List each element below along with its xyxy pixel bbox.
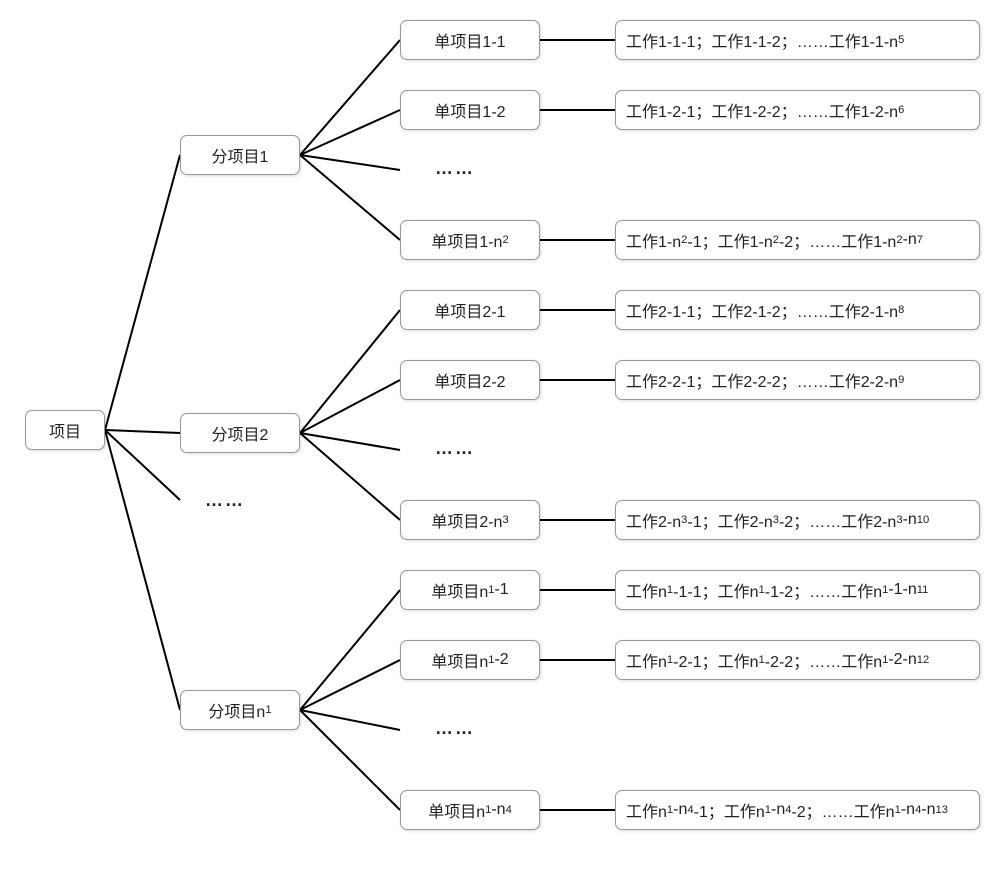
item-2-2: 单项目2-2 — [400, 360, 540, 400]
subproject-1: 分项目1 — [180, 135, 300, 175]
work-n1-2: 工作n1-2-1；工作n1-2-2；……工作n1-2-n12 — [615, 640, 980, 680]
work-n1-n4: 工作n1-n4-1；工作n1-n4-2；……工作n1-n4-n13 — [615, 790, 980, 830]
item-n1-2: 单项目n1-2 — [400, 640, 540, 680]
work-2-2: 工作2-2-1；工作2-2-2；……工作2-2-n9 — [615, 360, 980, 400]
work-2-n3: 工作2-n3-1；工作2-n3-2；……工作2-n3-n10 — [615, 500, 980, 540]
item-1-1: 单项目1-1 — [400, 20, 540, 60]
item-1-n2: 单项目1-n2 — [400, 220, 540, 260]
item-n1-n4: 单项目n1-n4 — [400, 790, 540, 830]
item-n1-1: 单项目n1-1 — [400, 570, 540, 610]
work-1-1: 工作1-1-1；工作1-1-2；……工作1-1-n5 — [615, 20, 980, 60]
work-2-1: 工作2-1-1；工作2-1-2；……工作2-1-n8 — [615, 290, 980, 330]
connectors — [0, 0, 1000, 872]
tree-diagram: 项目 分项目1 分项目2 …… 分项目n1 单项目1-1 单项目1-2 …… 单… — [0, 0, 1000, 872]
subproject-2: 分项目2 — [180, 413, 300, 453]
work-1-2: 工作1-2-1；工作1-2-2；……工作1-2-n6 — [615, 90, 980, 130]
item-2-ellipsis: …… — [435, 438, 475, 459]
work-1-n2: 工作1-n2-1；工作1-n2-2；……工作1-n2-n7 — [615, 220, 980, 260]
item-n1-ellipsis: …… — [435, 718, 475, 739]
subproject-ellipsis: …… — [205, 490, 245, 511]
root-node: 项目 — [25, 410, 105, 450]
item-2-1: 单项目2-1 — [400, 290, 540, 330]
item-1-ellipsis: …… — [435, 158, 475, 179]
subproject-n1: 分项目n1 — [180, 690, 300, 730]
work-n1-1: 工作n1-1-1；工作n1-1-2；……工作n1-1-n11 — [615, 570, 980, 610]
item-2-n3: 单项目2-n3 — [400, 500, 540, 540]
item-1-2: 单项目1-2 — [400, 90, 540, 130]
